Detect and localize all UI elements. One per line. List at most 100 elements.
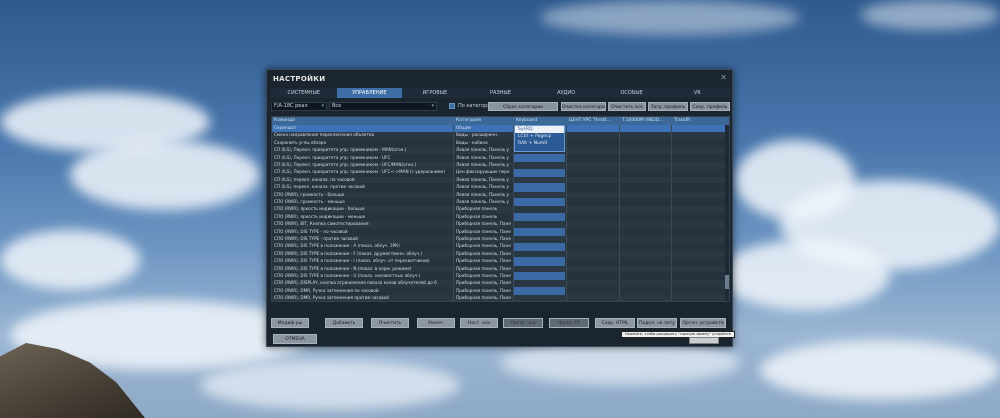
table-row[interactable]: СП (ILS), Перекл. приоритета упр. приемн… bbox=[272, 147, 729, 154]
keyboard-binding-dropdown[interactable]: SysRQ LCtrl + Pagecp RAlt + Num0 bbox=[514, 125, 565, 152]
command-cell[interactable]: СП (ILS), перекл. канала. против часовой bbox=[272, 184, 452, 191]
category-cell[interactable]: Приборная панель, Пане bbox=[454, 266, 512, 273]
ff-tune-button[interactable]: Настр. FF bbox=[549, 318, 589, 328]
command-cell[interactable]: СПО (RWR), DIS TYPE в положение - U (пок… bbox=[272, 273, 452, 280]
command-cell[interactable]: СПО (RWR), DIS TYPE в положение - I (пок… bbox=[272, 258, 452, 265]
save-profile-button[interactable]: Сохр. профиль bbox=[690, 102, 730, 111]
clear-button[interactable]: Очистить bbox=[371, 318, 409, 328]
table-row[interactable]: СПО (RWR), DIS TYPE в положение - F (пок… bbox=[272, 250, 729, 258]
category-cell[interactable]: Приборная панель, Пане bbox=[454, 258, 512, 265]
command-cell[interactable]: Смена направления переключения объектов bbox=[272, 132, 452, 139]
header-keyboard[interactable]: Keyboard bbox=[514, 117, 565, 125]
category-cell[interactable]: Приборная панель bbox=[454, 214, 512, 221]
command-cell[interactable]: СПО (RWR), DIS TYPE в положение - F (пок… bbox=[272, 251, 452, 258]
tab-special[interactable]: ОСОБЫЕ bbox=[599, 88, 665, 98]
command-cell[interactable]: СП (ILS), Перекл. приоритета упр. приемн… bbox=[272, 162, 452, 169]
category-cell[interactable]: Левая панель, Панель у bbox=[454, 192, 512, 199]
save-html-button[interactable]: Сохр. HTML bbox=[595, 318, 635, 328]
category-cell[interactable]: Приборная панель, Пане bbox=[454, 288, 512, 295]
command-cell[interactable]: СП (ILS), Перекл. приоритета упр. приемн… bbox=[272, 147, 452, 154]
command-cell[interactable]: СПО (RWR), DIS TYPE в положение - A (пок… bbox=[272, 243, 452, 250]
command-cell[interactable]: СПО (RWR), громкость - меньше bbox=[272, 199, 452, 206]
category-cell[interactable]: Цен.фиксирующие пере bbox=[454, 169, 512, 176]
table-row[interactable]: СПО (RWR), DIS TYPE - по часовой Приборна… bbox=[272, 229, 729, 236]
category-cell[interactable]: Приборная панель, Пане bbox=[454, 221, 512, 228]
table-row[interactable]: СП (ILS), Перекл. приоритета упр. приемн… bbox=[272, 169, 729, 176]
command-cell[interactable]: СП (ILS), Перекл. приоритета упр. приемн… bbox=[272, 155, 452, 162]
by-categories-checkbox[interactable] bbox=[449, 103, 455, 109]
ok-button[interactable] bbox=[689, 337, 719, 344]
tab-misc[interactable]: РАЗНЫЕ bbox=[468, 88, 534, 98]
tab-vr[interactable]: VR bbox=[664, 88, 730, 98]
category-cell[interactable]: Левая панель, Панель у bbox=[454, 177, 512, 184]
table-row[interactable]: СПО (RWR), DISPLAY, кнопка ограничения п… bbox=[272, 280, 729, 287]
table-row[interactable]: СПО (RWR), яркость индикации - больше При… bbox=[272, 206, 729, 213]
scrollbar-thumb[interactable] bbox=[725, 275, 729, 289]
command-cell[interactable]: СПО (RWR), DISPLAY, кнопка ограничения п… bbox=[272, 280, 452, 287]
command-cell[interactable]: СПО (RWR), DIS TYPE - по часовой bbox=[272, 229, 452, 236]
command-cell[interactable]: Скриншот bbox=[272, 125, 452, 132]
category-cell[interactable]: Левая панель, Панель у bbox=[454, 199, 512, 206]
axis-tune-button[interactable]: Настр. оси bbox=[503, 318, 543, 328]
command-cell[interactable]: СПО (RWR), BIT, Кнопка самотестирования bbox=[272, 221, 452, 228]
table-row[interactable]: СПО (RWR), DIS TYPE в положение - A (пок… bbox=[272, 243, 729, 250]
category-cell[interactable]: Виды - расширенн. bbox=[454, 132, 512, 139]
category-cell[interactable]: Приборная панель, Пане bbox=[454, 280, 512, 287]
add-button[interactable]: Добавить bbox=[325, 318, 363, 328]
category-cell[interactable]: Левая панель, Панель у bbox=[454, 162, 512, 169]
command-cell[interactable]: СП (ILS), Перекл. приоритета упр. приемн… bbox=[272, 169, 452, 176]
category-cell[interactable]: Приборная панель, Пане bbox=[454, 236, 512, 243]
table-row[interactable]: Смена направления переключения объектов В… bbox=[272, 132, 729, 139]
table-row[interactable]: СП (ILS), перекл. канала. по часовой Лева… bbox=[272, 176, 729, 184]
category-cell[interactable]: Левая панель, Панель у bbox=[454, 155, 512, 162]
command-cell[interactable]: СП (ILS), перекл. канала. по часовой bbox=[272, 177, 452, 184]
category-cell[interactable]: Левая панель, Панель у bbox=[454, 184, 512, 191]
tab-controls[interactable]: УПРАВЛЕНИЕ bbox=[336, 88, 403, 98]
table-row[interactable]: СП (ILS), Перекл. приоритета упр. приемн… bbox=[272, 155, 729, 162]
category-cell[interactable]: Приборная панель, Пане bbox=[454, 251, 512, 258]
header-command[interactable]: Команда bbox=[272, 117, 452, 125]
tab-system[interactable]: СИСТЕМНЫЕ bbox=[271, 88, 337, 98]
modifiers-button[interactable]: Модиф-ры bbox=[271, 318, 309, 328]
table-row[interactable]: СПО (RWR), DMR, Ручка затемнения по часо… bbox=[272, 288, 729, 295]
header-throttle[interactable]: ЦЕНТ УРС Thrott... bbox=[567, 117, 618, 125]
table-row[interactable]: СПО (RWR), громкость - меньше Левая панел… bbox=[272, 199, 729, 206]
reset-category-button[interactable]: Сброс категории bbox=[488, 102, 558, 111]
header-category[interactable]: Категория bbox=[454, 117, 512, 125]
axis-assign-button[interactable]: Наст. оси bbox=[460, 318, 498, 328]
table-row[interactable]: СПО (RWR), громкость - больше Левая панел… bbox=[272, 191, 729, 199]
cancel-button[interactable]: ОТМЕНА bbox=[273, 334, 317, 344]
category-select[interactable]: Все ▾ bbox=[329, 102, 437, 111]
aircraft-select[interactable]: F/A-18C реал ▾ bbox=[271, 102, 327, 111]
table-row[interactable]: СПО (RWR), DIS TYPE - против часовой Приб… bbox=[272, 236, 729, 243]
table-row[interactable]: СкриншотОбщиеSysRQ bbox=[272, 125, 729, 132]
load-profile-button[interactable]: Загр. профиль bbox=[648, 102, 688, 111]
header-joystick[interactable]: T.16000M (9B2D... bbox=[620, 117, 670, 125]
category-cell[interactable]: Общие bbox=[454, 125, 512, 132]
category-cell[interactable]: Виды - кабина bbox=[454, 140, 512, 147]
table-row[interactable]: СП (ILS), Перекл. приоритета упр. приемн… bbox=[272, 162, 729, 169]
category-cell[interactable]: Приборная панель bbox=[454, 206, 512, 213]
dropdown-item[interactable]: LCtrl + Pagecp bbox=[515, 133, 564, 140]
clear-all-button[interactable]: Очистить все bbox=[608, 102, 646, 111]
dropdown-item[interactable]: SysRQ bbox=[515, 126, 564, 133]
close-icon[interactable]: ✕ bbox=[720, 73, 727, 82]
command-cell[interactable]: СПО (RWR), яркость индикации - меньше bbox=[272, 214, 452, 221]
category-cell[interactable]: Приборная панель, Пане bbox=[454, 295, 512, 301]
hot-plug-button[interactable]: Подкл. на лету bbox=[637, 318, 677, 328]
category-cell[interactable]: Приборная панель, Пане bbox=[454, 229, 512, 236]
table-row[interactable]: СПО (RWR), DIS TYPE в положение - I (пок… bbox=[272, 258, 729, 265]
table-row[interactable]: СП (ILS), перекл. канала. против часовой… bbox=[272, 184, 729, 191]
command-cell[interactable]: СПО (RWR), DIS TYPE - против часовой bbox=[272, 236, 452, 243]
device-manager-button[interactable]: Орган. устройств bbox=[680, 318, 726, 328]
command-cell[interactable]: СПО (RWR), громкость - больше bbox=[272, 192, 452, 199]
table-row[interactable]: СПО (RWR), DIS TYPE в положение - U (пок… bbox=[272, 273, 729, 280]
command-cell[interactable]: СПО (RWR), яркость индикации - больше bbox=[272, 206, 452, 213]
category-cell[interactable]: Приборная панель, Пане bbox=[454, 243, 512, 250]
clear-category-button[interactable]: Очистка категории bbox=[561, 102, 606, 111]
table-row[interactable]: СПО (RWR), DIS TYPE в положение - N (пок… bbox=[272, 265, 729, 273]
header-trackir[interactable]: TrackIR bbox=[672, 117, 726, 125]
default-button[interactable]: Умолч. bbox=[417, 318, 455, 328]
table-scrollbar[interactable] bbox=[725, 125, 729, 301]
table-row[interactable]: СПО (RWR), DMR, Ручка затемнения против … bbox=[272, 295, 729, 301]
